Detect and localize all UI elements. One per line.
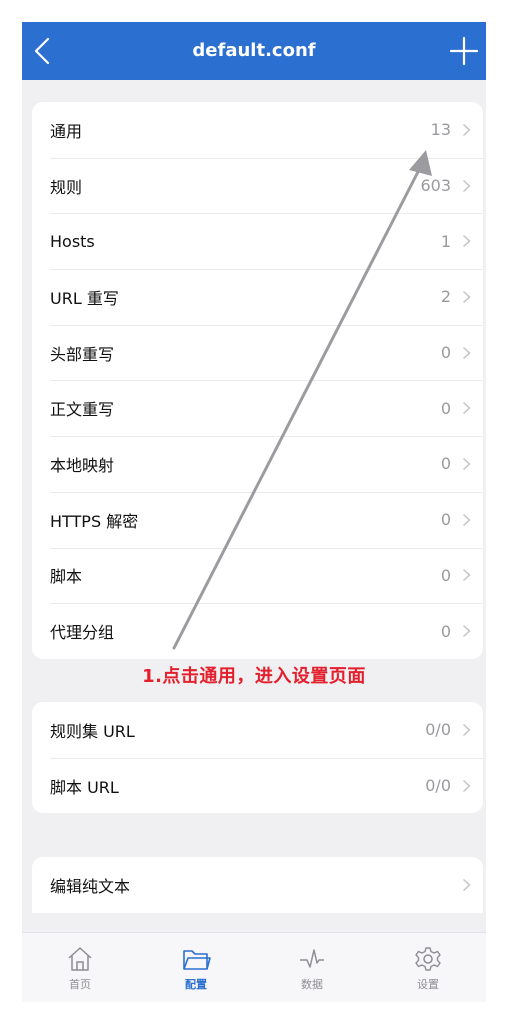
page-title: default.conf [192, 40, 316, 61]
row-count: 0 [440, 565, 451, 585]
chevron-right-icon [462, 878, 471, 891]
row-count: 1 [440, 231, 451, 251]
row-script-url[interactable]: 脚本 URL 0/0 [32, 757, 483, 814]
chevron-right-icon [462, 624, 471, 638]
navigation-bar: default.conf [22, 22, 486, 80]
activity-icon [300, 949, 324, 968]
row-label: 脚本 [50, 567, 83, 587]
tab-data[interactable]: 数据 [254, 933, 370, 1002]
row-edit-plain-text[interactable]: 编辑纯文本 [32, 857, 483, 913]
row-label: 头部重写 [50, 344, 115, 364]
row-general[interactable]: 通用 13 [32, 102, 483, 158]
chevron-right-icon [462, 290, 471, 303]
row-proxy-group[interactable]: 代理分组 0 [32, 603, 483, 659]
chevron-right-icon [462, 235, 471, 248]
chevron-right-icon [462, 346, 471, 359]
tab-bar: 首页 配置 数据 设置 [22, 932, 486, 1002]
row-count: 0 [440, 621, 451, 641]
chevron-right-icon [462, 123, 471, 136]
row-label: 通用 [50, 121, 83, 141]
chevron-right-icon [462, 179, 471, 192]
row-count: 0/0 [425, 776, 451, 796]
tab-settings[interactable]: 设置 [370, 933, 486, 1002]
row-count: 0 [440, 510, 451, 530]
tutorial-annotation: 1.点击通用，进入设置页面 [142, 666, 366, 687]
url-section-list: 规则集 URL 0/0 脚本 URL 0/0 [32, 702, 483, 814]
row-hosts[interactable]: Hosts 1 [32, 213, 483, 269]
tab-label: 数据 [301, 978, 323, 991]
row-header-rewrite[interactable]: 头部重写 0 [32, 324, 483, 381]
row-body-rewrite[interactable]: 正文重写 0 [32, 380, 483, 436]
plus-icon[interactable] [448, 35, 480, 67]
chevron-right-icon [462, 569, 471, 582]
row-label: 代理分组 [50, 623, 115, 643]
row-count: 0 [440, 343, 451, 363]
row-label: 规则 [50, 177, 83, 197]
row-count: 2 [440, 287, 451, 307]
row-label: 脚本 URL [50, 777, 119, 797]
row-label: 本地映射 [50, 455, 115, 475]
row-https-decrypt[interactable]: HTTPS 解密 0 [32, 491, 483, 548]
row-count: 0 [440, 454, 451, 474]
edit-section-list: 编辑纯文本 [32, 857, 483, 913]
row-count: 603 [420, 176, 451, 196]
tab-label: 配置 [185, 978, 207, 991]
row-label: Hosts [50, 231, 95, 251]
row-label: 规则集 URL [50, 721, 135, 741]
tab-label: 设置 [417, 978, 439, 991]
row-count: 0 [440, 398, 451, 418]
row-count: 0/0 [425, 720, 451, 740]
row-local-mapping[interactable]: 本地映射 0 [32, 436, 483, 492]
row-script[interactable]: 脚本 0 [32, 547, 483, 604]
chevron-right-icon [462, 779, 471, 792]
app-screen: default.conf 通用 13 规则 603 Hosts 1 URL 重写… [22, 22, 486, 1002]
chevron-right-icon [462, 457, 471, 471]
row-label: 编辑纯文本 [50, 876, 131, 896]
row-url-rewrite[interactable]: URL 重写 2 [32, 269, 483, 325]
tab-label: 首页 [69, 978, 91, 991]
row-count: 13 [430, 120, 451, 140]
folder-icon [183, 950, 211, 970]
chevron-right-icon [462, 402, 471, 415]
tab-home[interactable]: 首页 [22, 933, 138, 1002]
row-label: URL 重写 [50, 288, 119, 308]
row-rules[interactable]: 规则 603 [32, 157, 483, 214]
chevron-right-icon [462, 513, 471, 526]
config-section-list: 通用 13 规则 603 Hosts 1 URL 重写 2 头部重写 0 正文重… [32, 102, 483, 659]
row-ruleset-url[interactable]: 规则集 URL 0/0 [32, 702, 483, 758]
chevron-right-icon [462, 723, 471, 736]
row-label: HTTPS 解密 [50, 511, 139, 531]
gear-icon [415, 947, 441, 971]
tab-config[interactable]: 配置 [138, 933, 254, 1002]
home-icon [68, 947, 92, 971]
row-label: 正文重写 [50, 400, 115, 420]
